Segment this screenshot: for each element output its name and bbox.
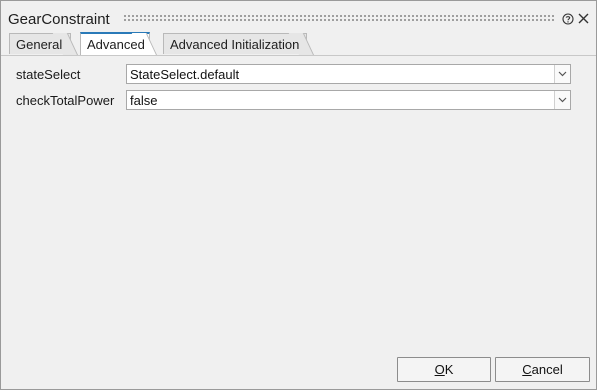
tab-general[interactable]: General xyxy=(9,33,71,54)
chevron-down-icon xyxy=(558,97,567,103)
tab-general-label: General xyxy=(16,37,63,52)
ok-button-mnemonic: O xyxy=(434,362,445,377)
state-select-combobox[interactable]: StateSelect.default xyxy=(126,64,571,84)
advanced-tab-panel: stateSelect StateSelect.default checkTot… xyxy=(1,56,596,351)
check-total-power-label: checkTotalPower xyxy=(16,93,115,108)
cancel-button-mnemonic: C xyxy=(522,362,532,377)
ok-button-label: K xyxy=(444,362,454,377)
close-icon[interactable] xyxy=(577,12,590,25)
drag-grip[interactable] xyxy=(123,14,555,22)
cancel-button-label: ancel xyxy=(531,362,563,377)
tab-advanced-label: Advanced xyxy=(87,37,145,52)
state-select-value: StateSelect.default xyxy=(130,67,240,82)
check-total-power-combobox[interactable]: false xyxy=(126,90,571,110)
cancel-button[interactable]: Cancel xyxy=(495,357,590,382)
window-title: GearConstraint xyxy=(8,11,110,28)
state-select-label: stateSelect xyxy=(16,67,81,82)
tab-advanced-initialization[interactable]: Advanced Initialization xyxy=(163,33,307,54)
help-icon[interactable] xyxy=(562,13,574,25)
tab-strip: General Advanced Advanced Initialization xyxy=(1,32,596,56)
tab-advanced-initialization-label: Advanced Initialization xyxy=(170,37,300,52)
title-bar[interactable]: GearConstraint xyxy=(1,1,596,33)
check-total-power-dropdown-button[interactable] xyxy=(554,91,570,109)
check-total-power-value: false xyxy=(130,93,158,108)
tab-advanced[interactable]: Advanced xyxy=(80,32,150,55)
chevron-down-icon xyxy=(558,71,567,77)
gear-constraint-dialog: GearConstraint General Advanced Advanced… xyxy=(0,0,597,390)
ok-button[interactable]: OK xyxy=(397,357,491,382)
state-select-dropdown-button[interactable] xyxy=(554,65,570,83)
